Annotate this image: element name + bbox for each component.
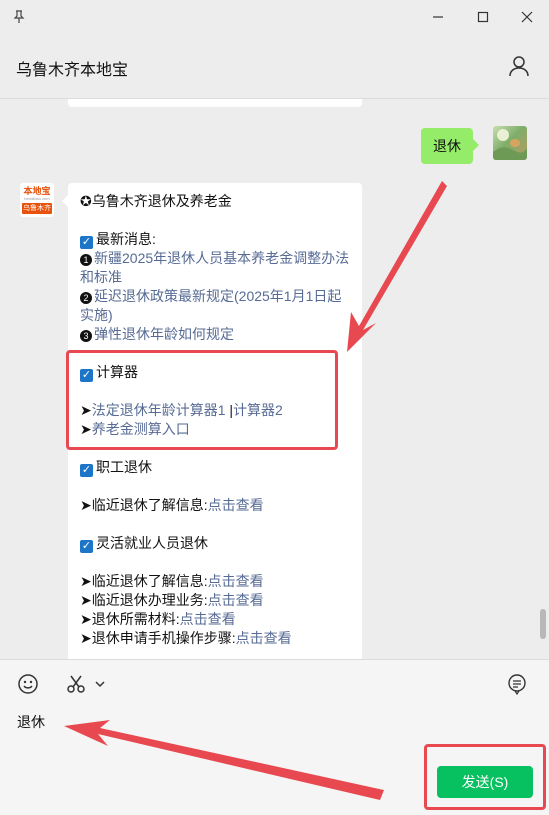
news-item-1[interactable]: 1 新疆2025年退休人员基本养老金调整办法和标准 [80,249,350,287]
news-link-1[interactable]: 新疆2025年退休人员基本养老金调整办法和标准 [80,250,349,285]
message-heading: ✪乌鲁木齐退休及养老金 [80,193,232,209]
sent-message-bubble[interactable]: 退休 [421,128,479,164]
bot-avatar-city: 乌鲁木齐 [22,203,52,214]
latest-news-label: ✓ 最新消息: [80,231,156,249]
chat-history-icon[interactable] [505,672,529,696]
message-input[interactable]: 退休 [17,712,45,732]
flex-item-1: ➤临近退休了解信息:点击查看 [80,573,264,589]
user-profile-icon[interactable] [507,54,531,78]
bot-avatar-brand: 本地宝 [23,186,51,196]
flex-item-3: ➤退休所需材料:点击查看 [80,611,236,627]
news-link-3[interactable]: 弹性退休年龄如何规定 [94,326,234,342]
employee-info-row: ➤临近退休了解信息:点击查看 [80,497,264,513]
news-item-3[interactable]: 3 弹性退休年龄如何规定 [80,325,350,344]
flex-link-3[interactable]: 点击查看 [180,611,236,627]
chat-scrollbar[interactable] [540,609,546,639]
scissors-icon[interactable] [64,672,88,696]
flex-link-2[interactable]: 点击查看 [208,592,264,608]
checkbox-icon: ✓ [80,236,93,249]
bot-avatar-domain: bendibao.com [24,196,50,201]
flex-item-2: ➤临近退休办理业务:点击查看 [80,592,264,608]
emoji-icon[interactable] [16,672,40,696]
chevron-down-icon[interactable] [88,672,112,696]
checkbox-icon: ✓ [80,464,93,477]
pin-icon[interactable] [8,6,30,28]
chat-header: 乌鲁木齐本地宝 [0,34,549,99]
previous-message-bubble [68,99,362,107]
self-avatar[interactable] [493,126,527,160]
number-3-icon: 3 [80,330,92,342]
flexible-employment-label: ✓ 灵活就业人员退休 [80,535,208,553]
flex-link-1[interactable]: 点击查看 [208,573,264,589]
close-icon[interactable] [516,6,538,28]
employee-info-link[interactable]: 点击查看 [208,497,264,513]
number-1-icon: 1 [80,254,92,266]
flex-link-4[interactable]: 点击查看 [236,630,292,646]
bot-avatar[interactable]: 本地宝 bendibao.com 乌鲁木齐 [20,183,54,217]
window-titlebar [0,0,549,34]
minimize-icon[interactable] [427,6,449,28]
news-link-2[interactable]: 延迟退休政策最新规定(2025年1月1日起实施) [80,288,341,323]
calculator-highlight-box [66,350,338,450]
flex-item-4: ➤退休申请手机操作步骤:点击查看 [80,630,292,646]
employee-retirement-label: ✓ 职工退休 [80,459,152,477]
checkbox-icon: ✓ [80,540,93,553]
number-2-icon: 2 [80,292,92,304]
news-item-2[interactable]: 2 延迟退休政策最新规定(2025年1月1日起实施) [80,287,350,325]
maximize-icon[interactable] [472,6,494,28]
send-highlight-box [424,744,546,810]
sent-message-row: 退休 [327,126,527,164]
chat-title: 乌鲁木齐本地宝 [16,62,129,79]
